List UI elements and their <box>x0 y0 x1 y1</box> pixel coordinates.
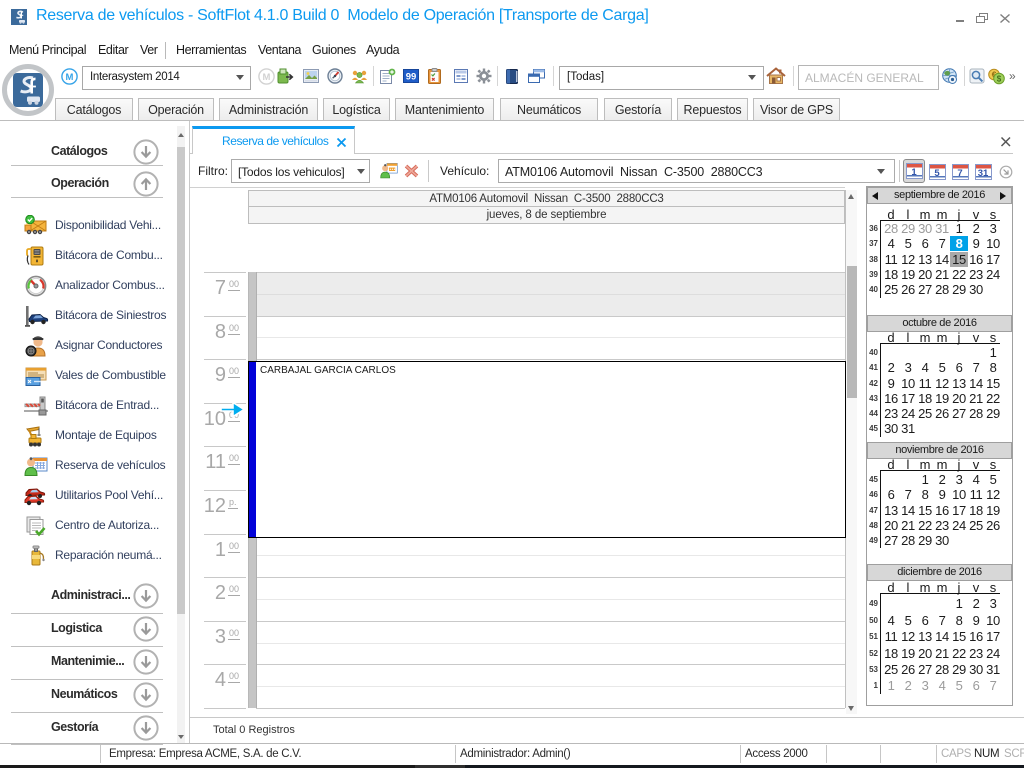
svg-text:$: $ <box>997 75 1002 84</box>
svg-text:M: M <box>66 72 74 83</box>
svg-text:M: M <box>263 72 271 83</box>
svg-text:31: 31 <box>978 168 989 179</box>
svg-text:5: 5 <box>934 168 940 179</box>
svg-text:1: 1 <box>911 167 917 178</box>
svg-text:99: 99 <box>406 72 417 83</box>
svg-text:7: 7 <box>957 168 962 179</box>
